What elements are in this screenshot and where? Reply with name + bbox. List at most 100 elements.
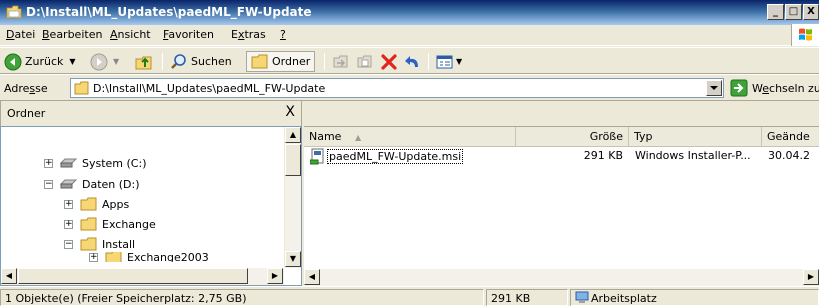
toolbar-separator bbox=[162, 53, 163, 70]
address-value: D:\Install\ML_Updates\paedML_FW-Update bbox=[93, 82, 326, 95]
maximize-button[interactable]: □ bbox=[785, 4, 802, 20]
windows-logo bbox=[791, 24, 819, 46]
tree-item-exchange[interactable]: + Exchange bbox=[64, 216, 156, 232]
tree-item-daten-d[interactable]: − Daten (D:) bbox=[44, 176, 140, 192]
search-button[interactable]: Suchen bbox=[170, 51, 232, 72]
scroll-right-button[interactable]: ▶ bbox=[803, 269, 819, 285]
scroll-thumb[interactable] bbox=[18, 268, 248, 284]
address-label: Adresse bbox=[4, 82, 48, 95]
column-header-date[interactable]: Geände bbox=[762, 127, 819, 147]
toolbar-separator bbox=[324, 53, 325, 70]
copy-to-button[interactable] bbox=[356, 51, 374, 72]
column-header-name[interactable]: Name ▲ bbox=[304, 127, 516, 147]
menu-favoriten[interactable]: Favoriten bbox=[163, 28, 214, 41]
go-arrow-icon bbox=[730, 79, 748, 97]
status-size: 291 KB bbox=[486, 289, 568, 306]
views-grid-icon bbox=[436, 55, 453, 68]
folders-icon bbox=[251, 54, 268, 68]
hard-drive-icon bbox=[60, 158, 78, 168]
expand-toggle[interactable]: + bbox=[64, 219, 73, 229]
tree-item-exchange2003[interactable]: + Exchange2003 bbox=[89, 252, 209, 262]
menu-help[interactable]: ? bbox=[280, 28, 286, 41]
folders-button[interactable]: Ordner bbox=[246, 51, 316, 72]
folders-tree[interactable]: + System (C:) − Daten (D:) + Apps + Exch… bbox=[0, 126, 302, 286]
menu-bar: Datei Bearbeiten Ansicht Favoriten Extra… bbox=[0, 25, 819, 46]
folder-icon bbox=[80, 197, 97, 211]
folders-vertical-scrollbar[interactable]: ▲ ▼ bbox=[284, 127, 301, 268]
undo-button[interactable] bbox=[404, 51, 422, 72]
back-button[interactable]: Zurück ▼ bbox=[4, 51, 76, 72]
address-bar: Adresse D:\Install\ML_Updates\paedML_FW-… bbox=[0, 74, 819, 101]
folder-icon bbox=[74, 81, 89, 95]
back-arrow-icon bbox=[4, 53, 22, 70]
chevron-down-icon bbox=[710, 86, 718, 90]
up-button[interactable] bbox=[134, 51, 154, 72]
search-icon bbox=[171, 53, 186, 69]
window-title: D:\Install\ML_Updates\paedML_FW-Update bbox=[26, 5, 312, 19]
table-row[interactable]: paedML_FW-Update.msi bbox=[310, 148, 515, 165]
go-button[interactable]: Wechseln zu bbox=[730, 79, 819, 97]
folders-horizontal-scrollbar[interactable]: ◀ ▶ bbox=[1, 268, 284, 285]
menu-ansicht[interactable]: Ansicht bbox=[110, 28, 151, 41]
close-folders-pane-button[interactable]: X bbox=[285, 104, 295, 120]
expand-toggle[interactable]: + bbox=[44, 158, 53, 168]
title-bar[interactable]: D:\Install\ML_Updates\paedML_FW-Update _… bbox=[0, 0, 819, 25]
file-size: 291 KB bbox=[583, 149, 623, 162]
undo-arrow-icon bbox=[405, 55, 418, 67]
forward-dropdown-icon[interactable]: ▼ bbox=[113, 57, 119, 66]
address-input[interactable]: D:\Install\ML_Updates\paedML_FW-Update bbox=[70, 78, 724, 98]
back-dropdown-icon[interactable]: ▼ bbox=[69, 57, 75, 66]
status-objects: 1 Objekte(e) (Freier Speicherplatz: 2,75… bbox=[0, 289, 484, 306]
sort-ascending-icon: ▲ bbox=[354, 133, 362, 142]
tree-item-system-c[interactable]: + System (C:) bbox=[44, 155, 147, 171]
tree-item-install[interactable]: − Install bbox=[64, 236, 135, 252]
scroll-thumb[interactable] bbox=[285, 144, 301, 176]
scroll-down-button[interactable]: ▼ bbox=[285, 251, 301, 267]
menu-bearbeiten[interactable]: Bearbeiten bbox=[42, 28, 102, 41]
go-label: Wechseln zu bbox=[752, 81, 819, 95]
collapse-toggle[interactable]: − bbox=[44, 179, 53, 189]
menu-extras[interactable]: Extras bbox=[231, 28, 266, 41]
file-list[interactable]: Name ▲ Größe Typ Geände paedML_FW-Update… bbox=[304, 126, 819, 286]
address-dropdown-button[interactable] bbox=[706, 80, 722, 96]
views-button[interactable]: ▼ bbox=[436, 51, 462, 72]
msi-installer-icon bbox=[310, 148, 324, 165]
scroll-left-button[interactable]: ◀ bbox=[304, 269, 320, 285]
menu-datei[interactable]: Datei bbox=[6, 28, 35, 41]
file-name: paedML_FW-Update.msi bbox=[327, 149, 464, 164]
file-type: Windows Installer-P... bbox=[635, 149, 751, 162]
move-to-icon bbox=[333, 55, 348, 67]
minimize-button[interactable]: _ bbox=[767, 4, 784, 20]
move-to-button[interactable] bbox=[332, 51, 350, 72]
folder-icon bbox=[105, 252, 122, 262]
list-horizontal-scrollbar[interactable]: ◀ ▶ bbox=[304, 269, 819, 286]
scroll-right-button[interactable]: ▶ bbox=[267, 268, 283, 284]
views-dropdown-icon[interactable]: ▼ bbox=[456, 57, 462, 66]
toolbar-separator bbox=[428, 53, 429, 70]
standard-toolbar: Zurück ▼ ▼ Suchen Ordner ▼ bbox=[0, 47, 819, 74]
windows-flag-icon bbox=[799, 28, 812, 41]
expand-toggle[interactable]: + bbox=[89, 252, 98, 262]
folder-icon bbox=[80, 217, 97, 231]
column-header-type[interactable]: Typ bbox=[629, 127, 762, 147]
delete-button[interactable] bbox=[380, 51, 398, 72]
collapse-toggle[interactable]: − bbox=[64, 239, 73, 249]
forward-button[interactable]: ▼ bbox=[90, 51, 119, 72]
forward-arrow-icon bbox=[90, 53, 108, 70]
folder-icon bbox=[80, 237, 97, 251]
scroll-up-button[interactable]: ▲ bbox=[285, 127, 301, 143]
close-button[interactable]: X bbox=[803, 4, 819, 20]
column-header-size[interactable]: Größe bbox=[516, 127, 629, 147]
tree-item-apps[interactable]: + Apps bbox=[64, 196, 129, 212]
scroll-left-button[interactable]: ◀ bbox=[1, 268, 17, 284]
expand-toggle[interactable]: + bbox=[64, 199, 73, 209]
file-date: 30.04.2 bbox=[768, 149, 810, 162]
hard-drive-icon bbox=[60, 179, 78, 189]
status-location: Arbeitsplatz bbox=[570, 289, 819, 306]
folders-pane-title: Ordner bbox=[7, 107, 46, 120]
folders-pane-header: Ordner X bbox=[0, 101, 302, 126]
status-bar: 1 Objekte(e) (Freier Speicherplatz: 2,75… bbox=[0, 286, 819, 306]
folder-window-icon bbox=[6, 5, 22, 19]
folder-up-icon bbox=[135, 56, 152, 69]
delete-x-icon bbox=[381, 53, 397, 70]
